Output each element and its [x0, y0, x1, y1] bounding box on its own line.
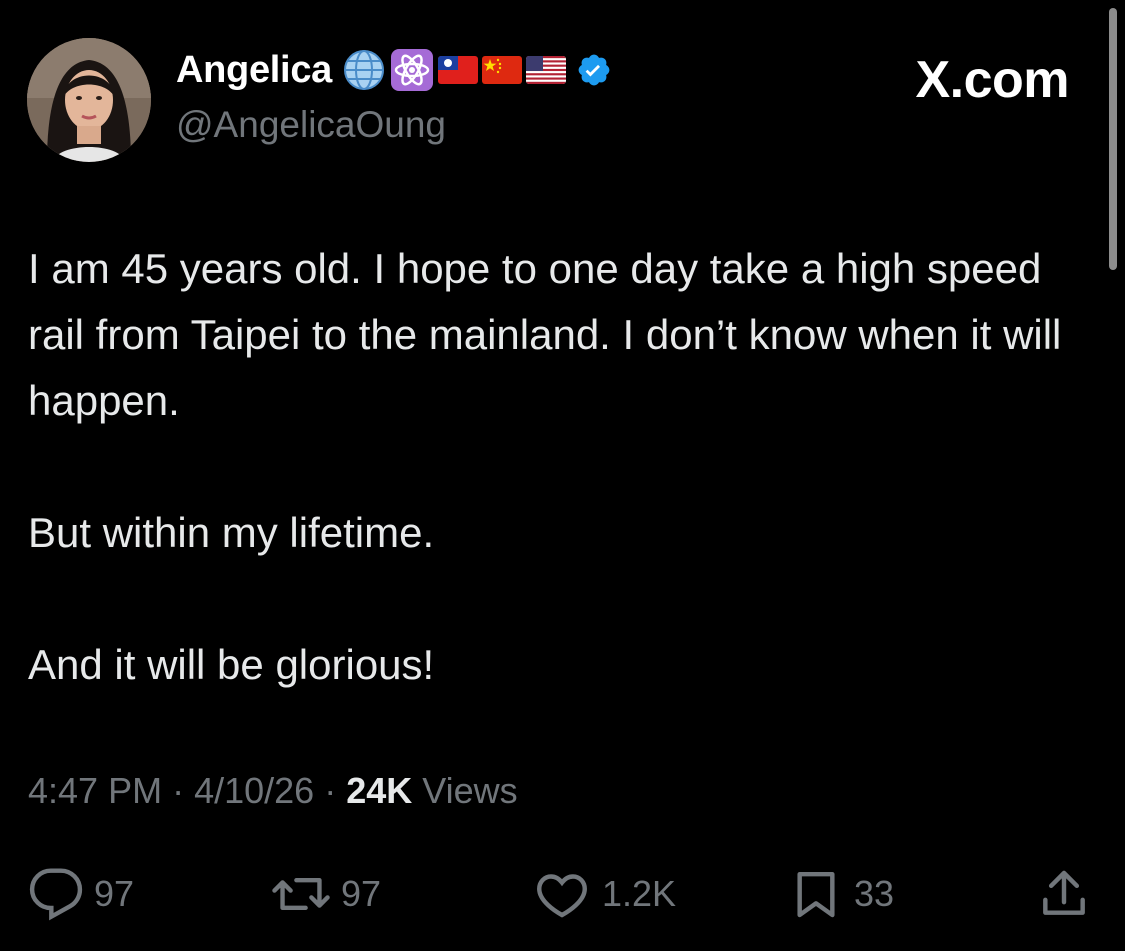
taiwan-flag-icon	[437, 56, 478, 84]
reply-button[interactable]: 97	[28, 866, 134, 922]
tweet-meta: 4:47 PM · 4/10/26 · 24K Views	[28, 770, 518, 812]
bookmark-count: 33	[854, 873, 895, 914]
tweet-time[interactable]: 4:47 PM	[28, 770, 162, 811]
meta-separator: ·	[314, 770, 347, 811]
scrollbar[interactable]	[1109, 8, 1117, 270]
like-button[interactable]: 1.2K	[532, 866, 676, 922]
repost-icon	[272, 877, 330, 911]
tweet-action-bar: 97 97 1.2K 33	[28, 866, 1096, 922]
bookmark-icon	[797, 871, 835, 918]
meta-separator: ·	[162, 770, 195, 811]
china-flag-icon	[481, 56, 522, 84]
bookmark-button[interactable]: 33	[788, 866, 894, 922]
tweet-text: I am 45 years old. I hope to one day tak…	[28, 236, 1068, 698]
views-label: Views	[412, 770, 518, 811]
user-handle[interactable]: @AngelicaOung	[176, 104, 446, 146]
heart-icon	[537, 874, 587, 918]
reply-icon	[29, 868, 83, 921]
repost-button[interactable]: 97	[271, 866, 381, 922]
like-count: 1.2K	[602, 873, 677, 914]
tweet-paragraph: I am 45 years old. I hope to one day tak…	[28, 245, 1062, 424]
share-button[interactable]	[1036, 866, 1092, 922]
tweet-paragraph: And it will be glorious!	[28, 641, 435, 688]
verified-badge-icon[interactable]	[576, 52, 612, 88]
globe-icon	[343, 50, 384, 90]
avatar[interactable]	[27, 38, 151, 162]
share-icon	[1043, 870, 1085, 915]
tweet-date[interactable]: 4/10/26	[194, 770, 314, 811]
usa-flag-icon	[525, 56, 566, 84]
profile-emoji-badges	[342, 48, 612, 92]
atom-icon	[390, 49, 433, 91]
tweet-paragraph: But within my lifetime.	[28, 509, 435, 556]
display-name[interactable]: Angelica	[176, 49, 332, 92]
author-name-row: Angelica	[176, 48, 612, 92]
views-count: 24K	[346, 770, 413, 811]
x-brand-logo: X.com	[915, 51, 1069, 109]
reply-count: 97	[94, 873, 135, 914]
repost-count: 97	[341, 873, 382, 914]
